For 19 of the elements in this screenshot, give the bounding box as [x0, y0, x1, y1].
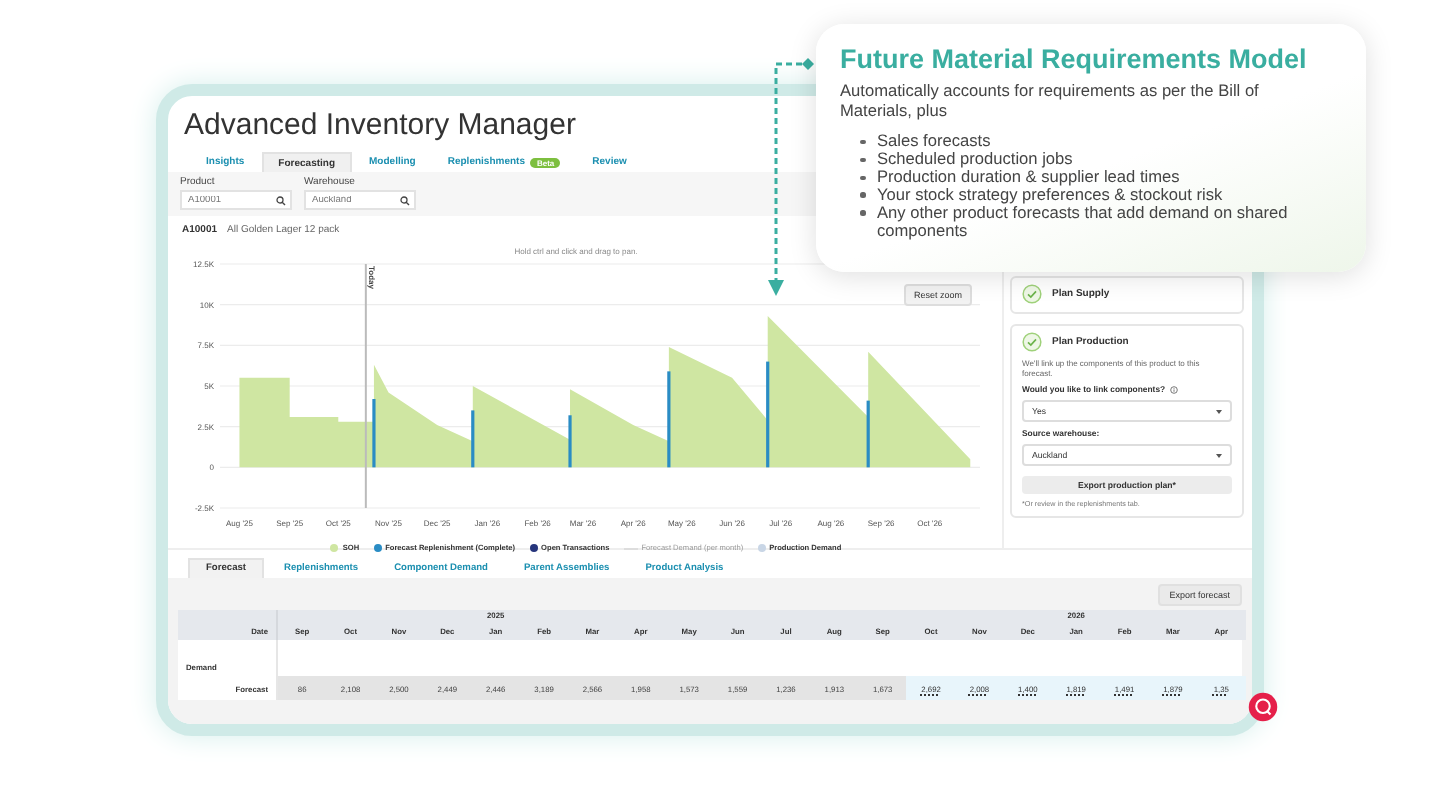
callout-text: Automatically accounts for requirements as per the Bill of Materials, plus — [840, 82, 1261, 121]
bullet-icon — [860, 157, 865, 163]
callout-title: Future Material Requirements Model — [840, 44, 1309, 77]
bullet-icon — [860, 175, 865, 180]
bullet-icon — [860, 192, 865, 198]
list-item: Your stock strategy preferences & stockout risk — [877, 185, 1223, 204]
search-icon[interactable] — [276, 195, 286, 205]
list-item: Production duration & supplier lead times — [877, 168, 1180, 186]
list-item: Any other product forecasts that add demand on shared components — [877, 203, 1290, 239]
chat-icon[interactable] — [1248, 692, 1278, 722]
search-icon[interactable] — [400, 195, 410, 205]
bullet-icon — [860, 210, 865, 216]
bullet-icon — [860, 139, 865, 145]
list-item: Sales forecasts — [877, 132, 991, 151]
list-item: Scheduled production jobs — [877, 150, 1073, 168]
caret-icon — [1216, 453, 1222, 457]
caret-icon — [1216, 409, 1222, 413]
info-icon[interactable] — [1169, 385, 1178, 393]
app-title: Advanced Inventory Manager — [184, 108, 576, 144]
